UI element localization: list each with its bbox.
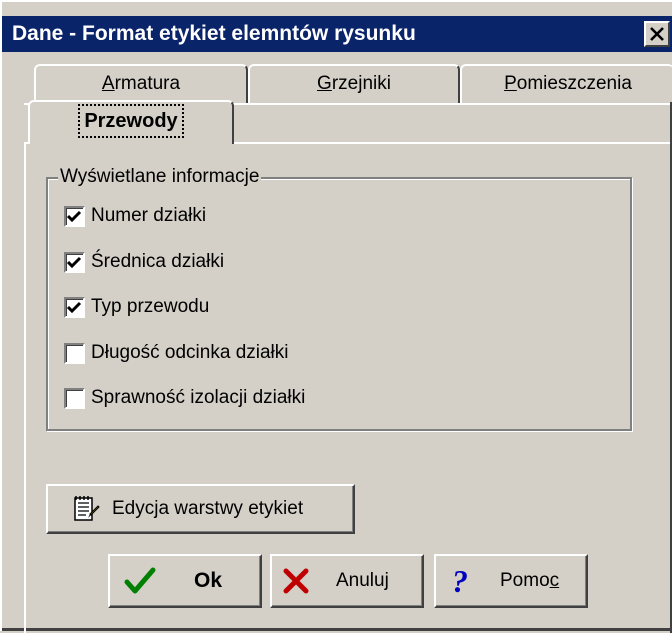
- checkbox-box[interactable]: [64, 251, 85, 273]
- checkbox-label: Numer działki: [91, 205, 207, 226]
- checkbox-label: Średnica działki: [91, 251, 225, 272]
- anuluj-button[interactable]: Anuluj: [270, 554, 424, 608]
- svg-text:?: ?: [452, 565, 468, 597]
- edycja-warstwy-label: Edycja warstwy etykiet: [112, 498, 304, 519]
- close-icon: [650, 27, 664, 41]
- tab-grzejniki-label: rzejniki: [331, 73, 391, 94]
- checkbox-box[interactable]: [64, 296, 85, 318]
- tab-grzejniki-accel: G: [317, 73, 332, 94]
- checkbox-label: Długość odcinka działki: [91, 342, 289, 363]
- close-button[interactable]: [644, 21, 670, 47]
- ok-label: Ok: [194, 569, 223, 592]
- tab-przewody[interactable]: Przewody: [28, 100, 234, 144]
- tab-pomieszczenia-label: omieszczenia: [516, 73, 632, 94]
- title-bar[interactable]: Dane - Format etykiet elemntów rysunku: [2, 16, 672, 52]
- ok-button[interactable]: Ok: [108, 554, 262, 608]
- dialog-window: Dane - Format etykiet elemntów rysunku A…: [0, 0, 672, 633]
- tab-armatura-accel: A: [101, 73, 115, 94]
- x-cross-icon: [283, 568, 309, 594]
- checkbox-sprawnosc-izolacji[interactable]: Sprawność izolacji działki: [64, 385, 305, 411]
- pomoc-label: Pomoc: [500, 570, 560, 591]
- tab-grzejniki[interactable]: Grzejniki: [248, 64, 460, 104]
- checkbox-box[interactable]: [64, 205, 85, 227]
- checkmark-small-icon: [67, 256, 82, 268]
- notepad-icon: [74, 496, 100, 521]
- tab-armatura[interactable]: Armatura: [34, 64, 248, 104]
- tab-pomieszczenia[interactable]: Pomieszczenia: [460, 64, 672, 104]
- anuluj-label: Anuluj: [336, 570, 389, 591]
- tab-armatura-label: rmatura: [114, 73, 181, 94]
- checkbox-typ-przewodu[interactable]: Typ przewodu: [64, 294, 209, 320]
- checkbox-dlugosc-odcinka[interactable]: Długość odcinka działki: [64, 340, 289, 366]
- tab-przewody-label: Przewody: [78, 104, 184, 138]
- checkmark-icon: [124, 567, 156, 594]
- question-mark-icon: ?: [452, 565, 468, 597]
- edycja-warstwy-button[interactable]: Edycja warstwy etykiet: [46, 484, 355, 534]
- window-title: Dane - Format etykiet elemntów rysunku: [12, 22, 416, 45]
- checkbox-label: Sprawność izolacji działki: [91, 387, 306, 408]
- checkbox-srednica-dzialki[interactable]: Średnica działki: [64, 249, 224, 275]
- checkmark-small-icon: [67, 301, 82, 313]
- checkbox-box[interactable]: [64, 342, 85, 364]
- checkbox-label: Typ przewodu: [91, 296, 210, 317]
- checkbox-numer-dzialki[interactable]: Numer działki: [64, 203, 206, 229]
- checkmark-small-icon: [67, 210, 82, 222]
- tab-pomieszczenia-accel: P: [504, 73, 517, 94]
- checkbox-box[interactable]: [64, 387, 85, 409]
- pomoc-button[interactable]: ? Pomoc: [434, 554, 588, 608]
- groupbox-title: Wyświetlane informacje: [58, 166, 262, 188]
